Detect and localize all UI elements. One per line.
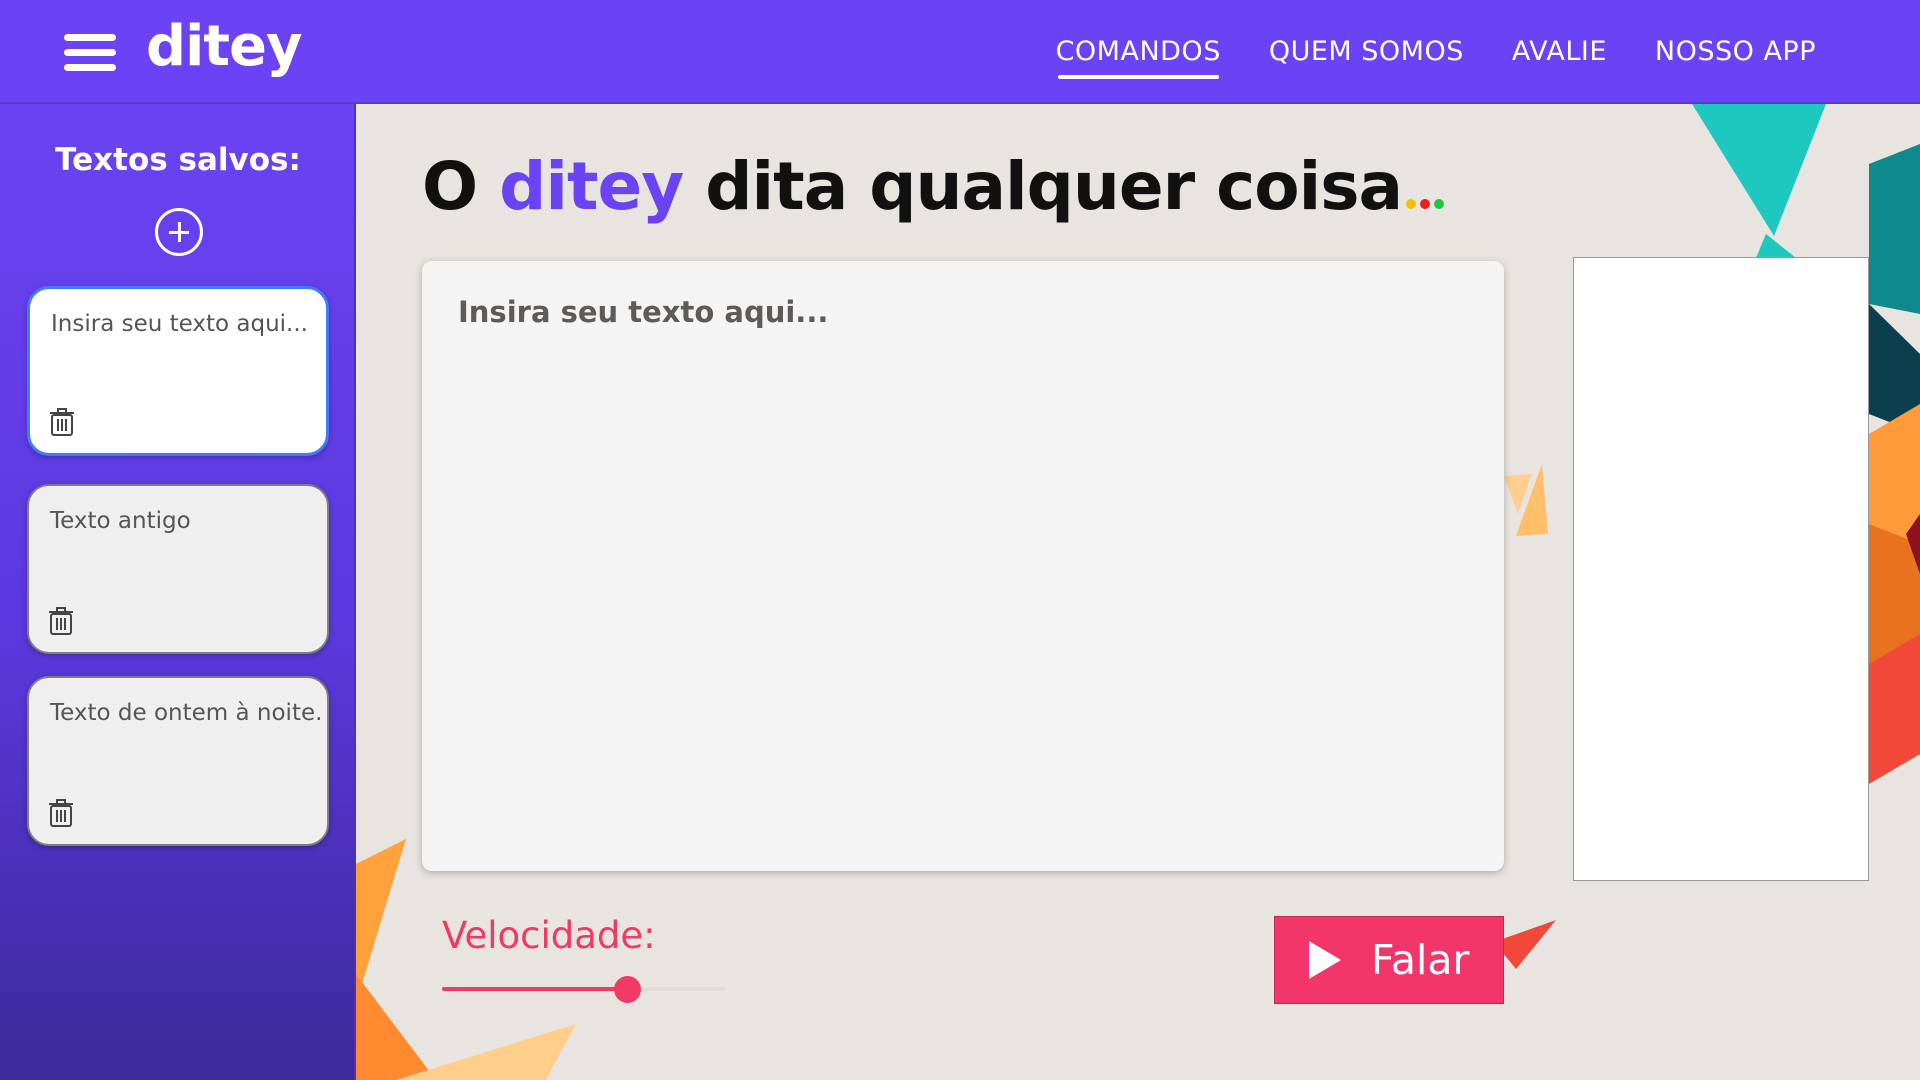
text-input[interactable] — [422, 261, 1504, 871]
speed-label: Velocidade: — [442, 914, 656, 957]
nav-comandos[interactable]: COMANDOS — [1056, 36, 1221, 79]
saved-texts-sidebar: Textos salvos: Insira seu texto aqui... … — [0, 104, 356, 1080]
slider-thumb[interactable] — [613, 976, 641, 1003]
side-panel — [1573, 257, 1869, 881]
main-nav: COMANDOS QUEM SOMOS AVALIE NOSSO APP — [1056, 36, 1816, 79]
main-content: O ditey dita qualquer coisa Velocidade: … — [356, 104, 1920, 1080]
trash-icon[interactable] — [47, 798, 75, 828]
plus-circle-icon[interactable] — [155, 208, 203, 256]
trash-icon[interactable] — [47, 606, 75, 636]
saved-text-preview: Insira seu texto aqui... — [51, 311, 308, 337]
menu-icon[interactable] — [64, 34, 116, 72]
play-icon — [1309, 941, 1341, 979]
logo[interactable]: ditey — [146, 14, 303, 79]
sidebar-title: Textos salvos: — [55, 142, 301, 178]
saved-text-card[interactable]: Texto de ontem à noite. — [27, 676, 329, 846]
trash-icon[interactable] — [48, 407, 76, 437]
colored-dots — [1406, 148, 1448, 225]
saved-text-card[interactable]: Insira seu texto aqui... — [27, 286, 329, 456]
speed-slider[interactable] — [442, 974, 726, 1004]
top-header: ditey COMANDOS QUEM SOMOS AVALIE NOSSO A… — [0, 0, 1920, 104]
brand-name: ditey — [499, 148, 684, 225]
nav-avalie[interactable]: AVALIE — [1512, 36, 1607, 67]
speak-button[interactable]: Falar — [1274, 916, 1504, 1004]
saved-text-card[interactable]: Texto antigo — [27, 484, 329, 654]
saved-text-preview: Texto antigo — [50, 508, 191, 534]
saved-text-preview: Texto de ontem à noite. — [50, 700, 323, 726]
nav-quem-somos[interactable]: QUEM SOMOS — [1269, 36, 1464, 67]
page-title: O ditey dita qualquer coisa — [422, 148, 1448, 225]
nav-nosso-app[interactable]: NOSSO APP — [1655, 36, 1816, 67]
